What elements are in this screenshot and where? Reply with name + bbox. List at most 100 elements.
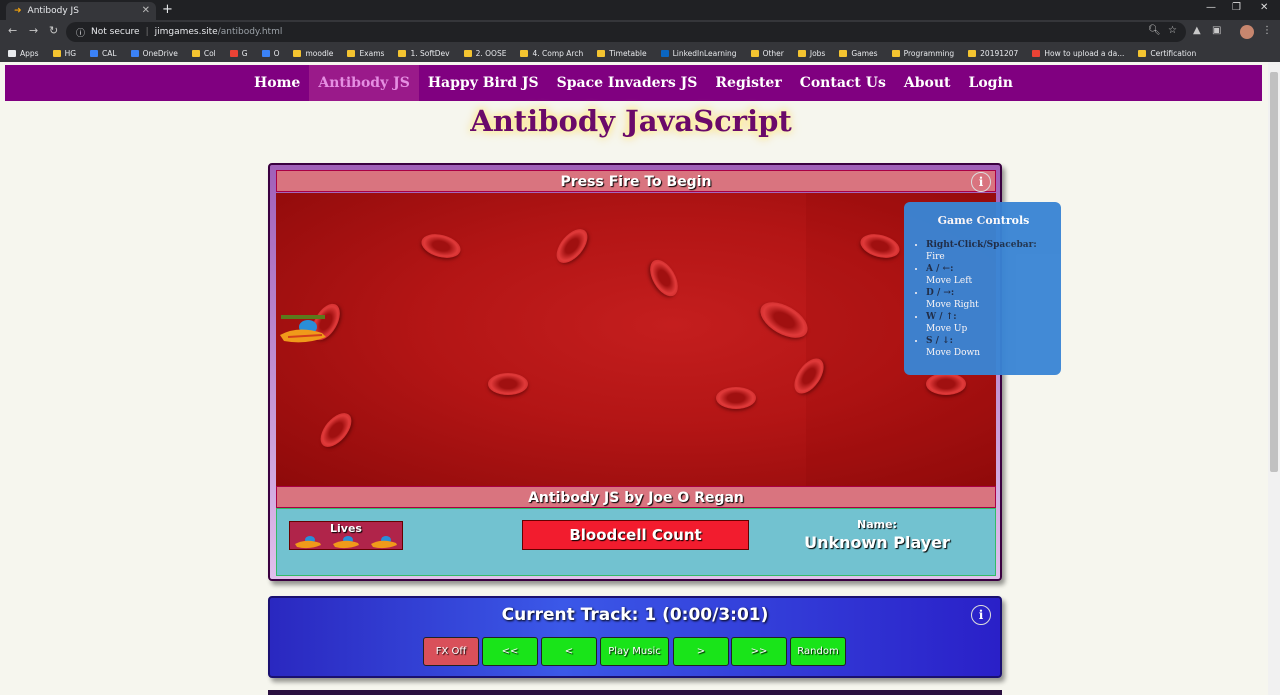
nav-contact-us[interactable]: Contact Us bbox=[791, 65, 895, 101]
bookmark-item[interactable]: 2. OOSE bbox=[463, 48, 507, 58]
bookmark-item[interactable]: How to upload a da... bbox=[1032, 49, 1124, 58]
game-footer: Antibody JS by Joe O Regan bbox=[276, 486, 996, 508]
control-item: S / ↓: Move Down bbox=[926, 335, 1053, 359]
tooltip-title: Game Controls bbox=[937, 214, 1030, 227]
bookmark-label: 1. SoftDev bbox=[410, 48, 450, 58]
nav-antibody-js[interactable]: Antibody JS bbox=[309, 65, 419, 101]
bookmark-label: Programming bbox=[903, 48, 955, 58]
new-tab-button[interactable]: + bbox=[162, 2, 173, 17]
nav-space-invaders-js[interactable]: Space Invaders JS bbox=[548, 65, 707, 101]
bookmark-item[interactable]: OneDrive bbox=[130, 48, 178, 58]
bookmark-item[interactable]: Games bbox=[839, 48, 878, 58]
bookmark-item[interactable]: Jobs bbox=[797, 48, 826, 58]
nav-about[interactable]: About bbox=[895, 65, 960, 101]
star-icon[interactable]: ☆ bbox=[1168, 25, 1177, 36]
current-track: Current Track: 1 (0:00/3:01) bbox=[501, 605, 769, 625]
profile-avatar[interactable] bbox=[1240, 25, 1254, 39]
bookmark-label: 2. OOSE bbox=[475, 48, 507, 58]
bookmark-folder-icon bbox=[839, 49, 848, 57]
bookmark-folder-icon bbox=[130, 49, 139, 57]
scrollbar-thumb[interactable] bbox=[1270, 72, 1278, 472]
bookmark-item[interactable]: HG bbox=[52, 49, 76, 58]
previous-track-button[interactable]: << bbox=[482, 637, 538, 666]
control-item: A / ←: Move Left bbox=[926, 263, 1053, 287]
bookmarks-bar: Apps HG CAL OneDrive Col G Omoodle Exams 1. Soft… bbox=[0, 44, 1280, 62]
info-icon[interactable]: i bbox=[971, 172, 991, 192]
bookmark-item[interactable]: 1. SoftDev bbox=[398, 48, 450, 58]
bookmark-label: LinkedInLearning bbox=[672, 48, 737, 58]
bookmark-label: moodle bbox=[305, 48, 334, 58]
game-canvas[interactable] bbox=[276, 193, 996, 486]
nav-login[interactable]: Login bbox=[960, 65, 1022, 101]
browser-tab[interactable]: ➜ Antibody JS ✕ bbox=[6, 2, 156, 20]
bookmark-folder-icon bbox=[660, 49, 669, 57]
back-icon[interactable]: ← bbox=[8, 24, 17, 37]
bookmark-label: Games bbox=[851, 48, 878, 58]
control-item: W / ↑: Move Up bbox=[926, 311, 1053, 335]
music-info-icon[interactable]: i bbox=[971, 605, 991, 625]
bookmark-folder-icon bbox=[398, 49, 407, 57]
control-item: D / →: Move Right bbox=[926, 287, 1053, 311]
extension-icon[interactable]: ▣ bbox=[1212, 25, 1221, 36]
bookmark-folder-icon bbox=[229, 49, 238, 57]
bookmark-folder-icon bbox=[1138, 49, 1147, 57]
bookmark-label: G bbox=[241, 48, 248, 58]
bookmark-item[interactable]: Apps bbox=[8, 49, 39, 58]
minimize-icon[interactable]: — bbox=[1206, 2, 1216, 13]
bookmark-label: 4. Comp Arch bbox=[532, 48, 584, 58]
nav-home[interactable]: Home bbox=[245, 65, 309, 101]
bloodcell bbox=[550, 223, 594, 269]
bookmark-item[interactable]: Col bbox=[191, 49, 216, 58]
control-action: Move Down bbox=[926, 348, 981, 358]
bloodcell bbox=[488, 373, 528, 395]
forward-icon[interactable]: → bbox=[29, 24, 38, 37]
bookmark-item[interactable]: Certification bbox=[1138, 49, 1196, 58]
player-ship-icon bbox=[280, 315, 326, 343]
nav-register[interactable]: Register bbox=[706, 65, 790, 101]
address-bar[interactable]: ⓘ Not secure | jimgames.site/antibody.ht… bbox=[66, 22, 1186, 42]
bookmark-item[interactable]: 20191207 bbox=[968, 49, 1018, 58]
drive-extension-icon[interactable]: ▲ bbox=[1193, 25, 1201, 36]
restore-icon[interactable]: ❐ bbox=[1232, 2, 1241, 13]
bookmark-label: OneDrive bbox=[142, 48, 178, 58]
bookmark-folder-icon bbox=[8, 49, 16, 57]
page-title: Antibody JavaScript bbox=[470, 104, 792, 138]
bookmark-item[interactable]: G bbox=[229, 48, 248, 58]
bookmark-item[interactable]: 4. Comp Arch bbox=[520, 49, 583, 58]
game-controls-tooltip: Game Controls Right-Click/Spacebar:FireA… bbox=[904, 202, 1061, 375]
nav-happy-bird-js[interactable]: Happy Bird JS bbox=[419, 65, 548, 101]
bookmark-label: Exams bbox=[359, 48, 385, 58]
bookmark-item[interactable]: Programming bbox=[891, 48, 955, 58]
bookmark-item[interactable]: O bbox=[261, 49, 279, 58]
bookmark-item[interactable]: Exams bbox=[347, 49, 384, 58]
not-secure-label: Not secure bbox=[91, 27, 140, 37]
menu-icon[interactable]: ⋮ bbox=[1262, 25, 1272, 36]
control-item: Right-Click/Spacebar: Fire bbox=[926, 239, 1053, 263]
reload-icon[interactable]: ↻ bbox=[49, 24, 58, 37]
bookmark-item[interactable]: Timetable bbox=[597, 49, 647, 58]
bookmark-item[interactable]: CAL bbox=[90, 49, 117, 58]
window-close-icon[interactable]: ✕ bbox=[1260, 2, 1268, 13]
forward-button[interactable]: > bbox=[673, 637, 729, 666]
bookmark-item[interactable]: LinkedInLearning bbox=[660, 48, 737, 58]
control-key: W / ↑: bbox=[926, 312, 957, 322]
control-key: S / ↓: bbox=[926, 336, 953, 346]
bookmark-item[interactable]: Other bbox=[750, 49, 784, 58]
controls-list: Right-Click/Spacebar: Fire A / ←: Move Left… bbox=[914, 239, 1053, 359]
zoom-icon[interactable]: 🔍︎ bbox=[1148, 25, 1161, 36]
bookmark-label: Apps bbox=[20, 48, 39, 58]
tab-close-icon[interactable]: ✕ bbox=[142, 5, 150, 16]
life-ship-icon bbox=[371, 536, 397, 549]
fx-off-button[interactable]: FX Off bbox=[423, 637, 479, 666]
bloodcell bbox=[644, 255, 684, 301]
bloodcell bbox=[754, 294, 814, 346]
random-button[interactable]: Random bbox=[790, 637, 846, 666]
player-name-label: Name: bbox=[857, 518, 897, 531]
rewind-button[interactable]: < bbox=[541, 637, 597, 666]
bookmark-label: How to upload a da... bbox=[1044, 48, 1125, 58]
next-track-button[interactable]: >> bbox=[731, 637, 787, 666]
play-music-button[interactable]: Play Music bbox=[600, 637, 669, 666]
info-circle-icon[interactable]: ⓘ bbox=[76, 26, 85, 39]
bookmark-label: Jobs bbox=[809, 48, 826, 58]
bookmark-item[interactable]: moodle bbox=[293, 49, 333, 58]
